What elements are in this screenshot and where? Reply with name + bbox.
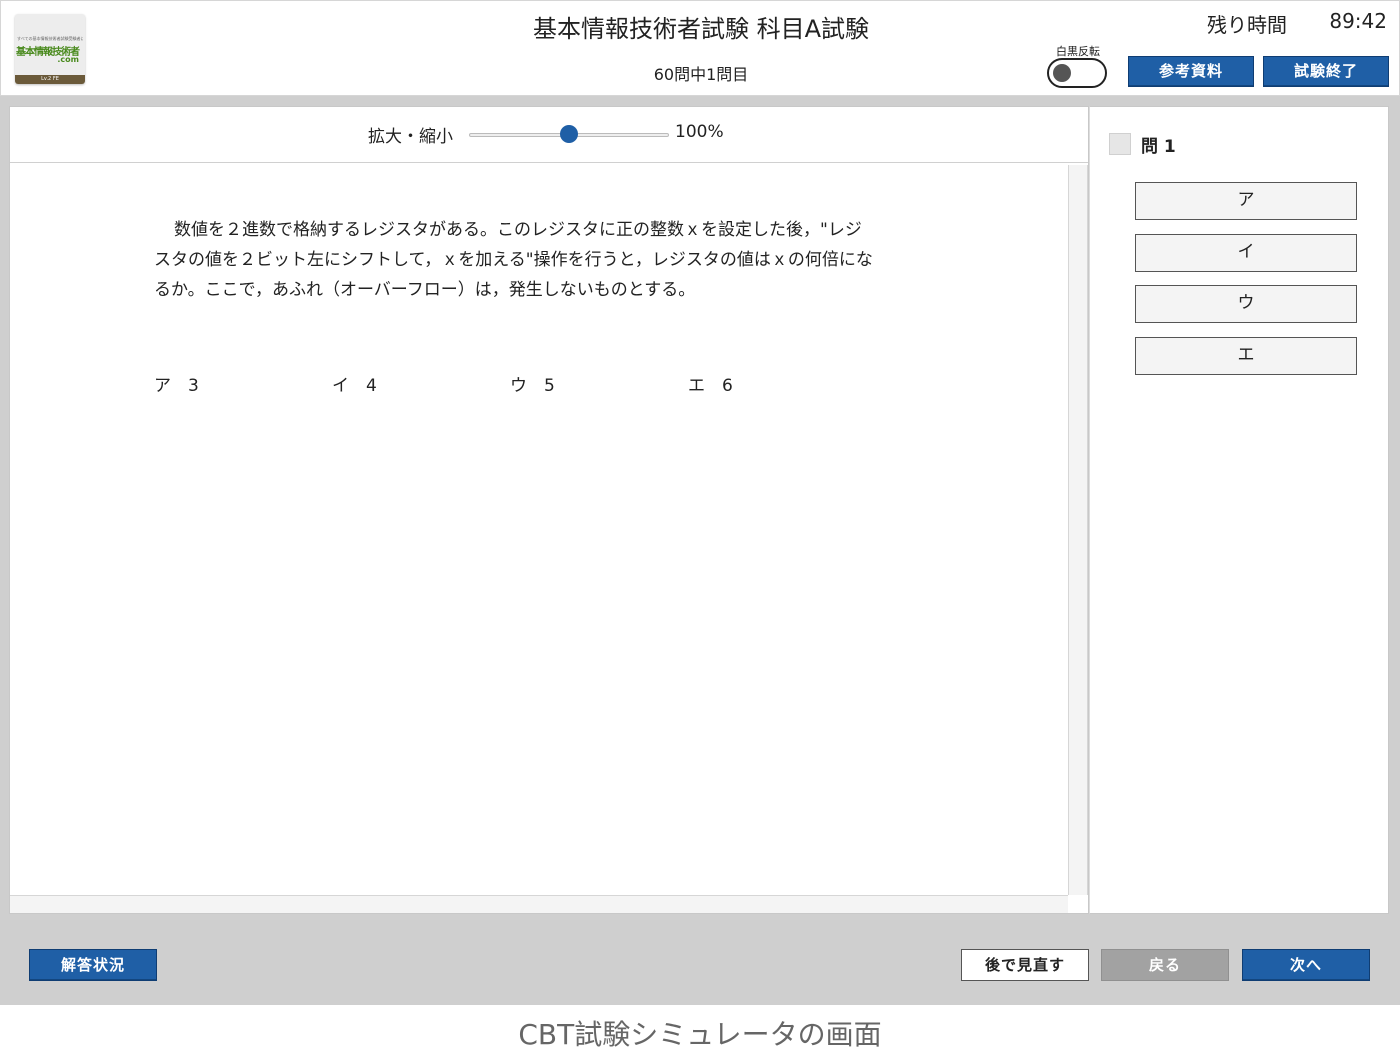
choice-a: ア3 (154, 371, 199, 396)
back-button[interactable]: 戻る (1101, 949, 1229, 981)
vertical-scrollbar[interactable] (1068, 165, 1088, 895)
choice-e: エ6 (688, 371, 733, 396)
choice-value: 6 (722, 376, 733, 396)
invert-toggle[interactable] (1047, 58, 1107, 88)
answer-button-e[interactable]: エ (1135, 337, 1357, 375)
end-exam-button[interactable]: 試験終了 (1263, 56, 1389, 87)
question-body: 数値を２進数で格納するレジスタがある。このレジスタに正の整数ｘを設定した後，"レ… (154, 220, 873, 300)
choice-mark: ア (154, 376, 171, 396)
answer-button-u[interactable]: ウ (1135, 285, 1357, 323)
timer-value: 89:42 (1329, 9, 1387, 33)
choice-value: 5 (544, 376, 555, 396)
zoom-slider-thumb[interactable] (560, 125, 578, 143)
invert-toggle-label: 白黒反転 (1056, 45, 1100, 58)
zoom-bar: 拡大・縮小 100% (10, 107, 1088, 163)
answer-status-button[interactable]: 解答状況 (29, 949, 157, 981)
question-pane: 拡大・縮小 100% 数値を２進数で格納するレジスタがある。このレジスタに正の整… (9, 106, 1089, 914)
choice-value: 4 (366, 376, 377, 396)
answer-button-i[interactable]: イ (1135, 234, 1357, 272)
reference-button[interactable]: 参考資料 (1128, 56, 1254, 87)
review-later-button[interactable]: 後で見直す (961, 949, 1089, 981)
review-checkbox[interactable] (1109, 133, 1131, 155)
zoom-value: 100% (675, 122, 724, 142)
answer-panel: 問 1 ア イ ウ エ (1089, 106, 1389, 914)
choice-mark: ウ (510, 376, 527, 396)
header-bar: すべての基本情報技術者試験受験者に贈る 基本情報技術者 .com Lv.2 FE… (0, 0, 1400, 96)
choice-u: ウ5 (510, 371, 555, 396)
answer-button-a[interactable]: ア (1135, 182, 1357, 220)
next-button[interactable]: 次へ (1242, 949, 1370, 981)
zoom-label: 拡大・縮小 (368, 127, 453, 147)
choice-i: イ4 (332, 371, 377, 396)
question-number: 問 1 (1141, 137, 1176, 157)
question-text: 数値を２進数で格納するレジスタがある。このレジスタに正の整数ｘを設定した後，"レ… (154, 215, 874, 305)
choice-value: 3 (188, 376, 199, 396)
toggle-knob (1053, 64, 1071, 82)
exam-title: 基本情報技術者試験 科目A試験 (532, 15, 870, 43)
choice-list: ア3 イ4 ウ5 エ6 (154, 371, 874, 401)
choice-mark: イ (332, 376, 349, 396)
screen-caption: CBT試験シミュレータの画面 (518, 1018, 882, 1047)
horizontal-scrollbar[interactable] (10, 895, 1068, 913)
choice-mark: エ (688, 376, 705, 396)
timer-label: 残り時間 (1207, 13, 1287, 37)
